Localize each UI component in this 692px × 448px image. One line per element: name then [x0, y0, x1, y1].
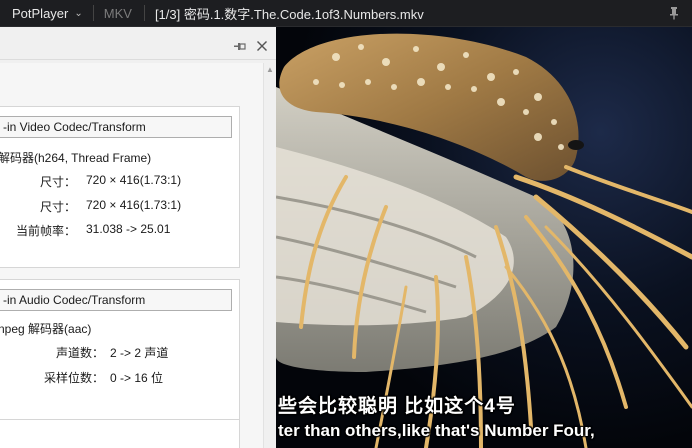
app-menu-button[interactable]: PotPlayer ⌄: [0, 0, 91, 27]
close-icon[interactable]: [256, 40, 268, 52]
info-value: 0 -> 16 位: [110, 371, 164, 385]
info-row: 当前帧率： 31.038 -> 25.01: [0, 222, 240, 238]
info-label: 声道数：: [55, 346, 104, 360]
audio-decoder-text: npeg 解码器(aac): [0, 322, 92, 336]
divider: [92, 5, 94, 21]
scroll-up-icon[interactable]: ▲: [266, 65, 274, 74]
info-label: 尺寸：: [39, 175, 76, 189]
more-info-group: [0, 419, 240, 448]
info-label: 当前帧率：: [15, 224, 76, 238]
chevron-down-icon: ⌄: [74, 7, 83, 19]
info-value: 720 × 416(1.73:1): [86, 198, 182, 212]
panel-content: -in Video Codec/Transform 解码器(h264, Thre…: [0, 63, 263, 448]
pin-icon[interactable]: [666, 5, 682, 21]
divider: [143, 5, 145, 21]
video-codec-button[interactable]: -in Video Codec/Transform: [0, 116, 232, 138]
info-row: 尺寸： 720 × 416(1.73:1): [0, 198, 240, 214]
panel-header: [0, 32, 276, 60]
subtitle-chinese: 些会比较聪明 比如这个4号: [278, 396, 516, 417]
info-row: 声道数： 2 -> 2 声道: [0, 344, 240, 360]
info-row: 采样位数： 0 -> 16 位: [0, 369, 240, 385]
info-row: 尺寸： 720 × 416(1.73:1): [0, 173, 240, 189]
video-frame[interactable]: 些会比较聪明 比如这个4号 ter than others,like that'…: [276, 27, 692, 448]
media-info-panel: -in Video Codec/Transform 解码器(h264, Thre…: [0, 27, 276, 448]
video-image: [276, 27, 692, 448]
subtitle-english: ter than others,like that's Number Four,: [278, 421, 595, 440]
video-decoder-text: 解码器(h264, Thread Frame): [0, 151, 152, 165]
window-title: [1/3] 密码.1.数字.The.Code.1of3.Numbers.mkv: [154, 6, 424, 22]
format-label: MKV: [103, 5, 132, 21]
info-label: 采样位数：: [43, 371, 104, 385]
dock-pin-icon[interactable]: [233, 40, 246, 53]
app-name: PotPlayer: [12, 5, 69, 21]
title-bar: PotPlayer ⌄ MKV [1/3] 密码.1.数字.The.Code.1…: [0, 0, 692, 27]
audio-codec-button[interactable]: -in Audio Codec/Transform: [0, 289, 232, 311]
info-label: 尺寸：: [39, 200, 76, 214]
info-value: 720 × 416(1.73:1): [86, 173, 182, 187]
info-value: 31.038 -> 25.01: [86, 222, 171, 236]
info-value: 2 -> 2 声道: [110, 346, 169, 360]
scrollbar[interactable]: ▲: [263, 63, 276, 448]
